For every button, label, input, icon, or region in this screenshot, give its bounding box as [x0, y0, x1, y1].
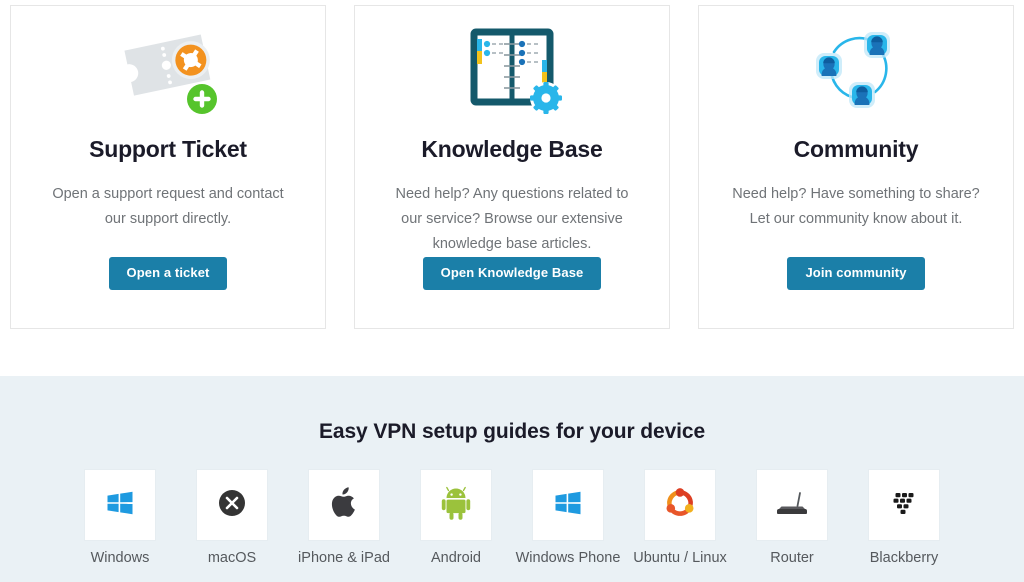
device-windows-phone[interactable]: Windows Phone — [516, 470, 620, 566]
card-action-wrap: Join community — [699, 257, 1013, 290]
device-macos[interactable]: macOS — [191, 470, 273, 566]
card-action-wrap: Open Knowledge Base — [355, 257, 669, 290]
device-android[interactable]: Android — [415, 470, 497, 566]
device-tile[interactable] — [309, 470, 379, 540]
device-windows[interactable]: Windows — [79, 470, 161, 566]
card-title: Support Ticket — [89, 136, 247, 162]
devices-section-title: Easy VPN setup guides for your device — [318, 420, 706, 443]
card-description: Open a support request and contact our s… — [52, 186, 284, 227]
help-cards-section: Support Ticket Open a support request an… — [0, 0, 1024, 376]
device-blackberry[interactable]: Blackberry — [863, 470, 945, 566]
device-tile[interactable] — [197, 470, 267, 540]
device-router[interactable]: Router — [751, 470, 833, 566]
device-tile[interactable] — [533, 470, 603, 540]
device-label: Ubuntu / Linux — [633, 550, 727, 566]
devices-row: Windows macOS iPhone & iPad Android Wind… — [0, 470, 1024, 566]
card-support-ticket[interactable]: Support Ticket Open a support request an… — [10, 5, 326, 329]
help-cards-row: Support Ticket Open a support request an… — [10, 5, 1014, 329]
device-tile[interactable] — [645, 470, 715, 540]
device-label: Blackberry — [869, 550, 939, 566]
device-tile[interactable] — [421, 470, 491, 540]
knowledge-base-book-icon — [355, 6, 669, 134]
card-title: Community — [793, 136, 919, 162]
open-a-ticket-button[interactable]: Open a ticket — [108, 257, 228, 290]
card-community[interactable]: Community Need help? Have something to s… — [698, 5, 1014, 329]
card-description: Need help? Have something to share? Let … — [732, 186, 980, 227]
card-knowledge-base[interactable]: Knowledge Base Need help? Any questions … — [354, 5, 670, 329]
android-robot-icon — [441, 486, 471, 525]
card-description: Need help? Any questions related to our … — [395, 186, 629, 252]
vpn-setup-guides-section: Easy VPN setup guides for your device Wi… — [0, 376, 1024, 582]
join-community-button[interactable]: Join community — [787, 257, 925, 290]
card-title: Knowledge Base — [421, 136, 603, 162]
device-tile[interactable] — [869, 470, 939, 540]
card-action-wrap: Open a ticket — [11, 257, 325, 290]
device-label: macOS — [207, 550, 257, 566]
support-ticket-icon — [11, 6, 325, 134]
support-page: Support Ticket Open a support request an… — [0, 0, 1024, 582]
device-label: Router — [770, 550, 814, 566]
ubuntu-logo-icon — [664, 487, 696, 524]
device-tile[interactable] — [757, 470, 827, 540]
apple-logo-icon — [329, 486, 359, 525]
device-ubuntu-linux[interactable]: Ubuntu / Linux — [633, 470, 727, 566]
device-iphone-ipad[interactable]: iPhone & iPad — [298, 470, 390, 566]
device-label: iPhone & iPad — [298, 550, 390, 566]
device-label: Android — [431, 550, 481, 566]
windows-phone-logo-icon — [553, 488, 583, 523]
device-label: Windows — [90, 550, 150, 566]
macos-x-logo-icon — [216, 487, 248, 524]
windows-logo-icon — [105, 488, 135, 523]
community-people-icon — [699, 6, 1013, 134]
open-knowledge-base-button[interactable]: Open Knowledge Base — [422, 257, 602, 290]
device-tile[interactable] — [85, 470, 155, 540]
router-icon — [774, 489, 810, 522]
device-label: Windows Phone — [515, 550, 621, 566]
blackberry-logo-icon — [888, 489, 920, 522]
